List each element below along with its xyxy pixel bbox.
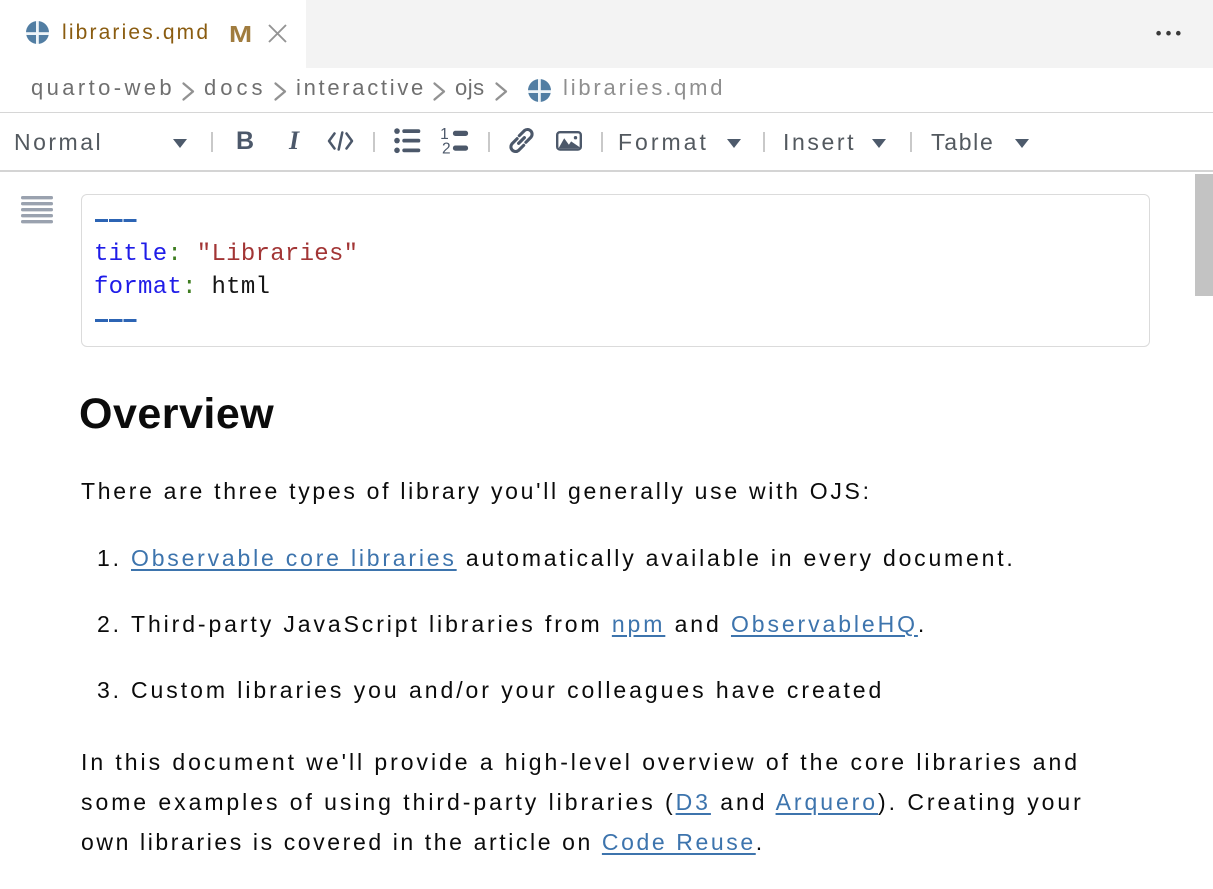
- svg-text:2: 2: [442, 141, 451, 157]
